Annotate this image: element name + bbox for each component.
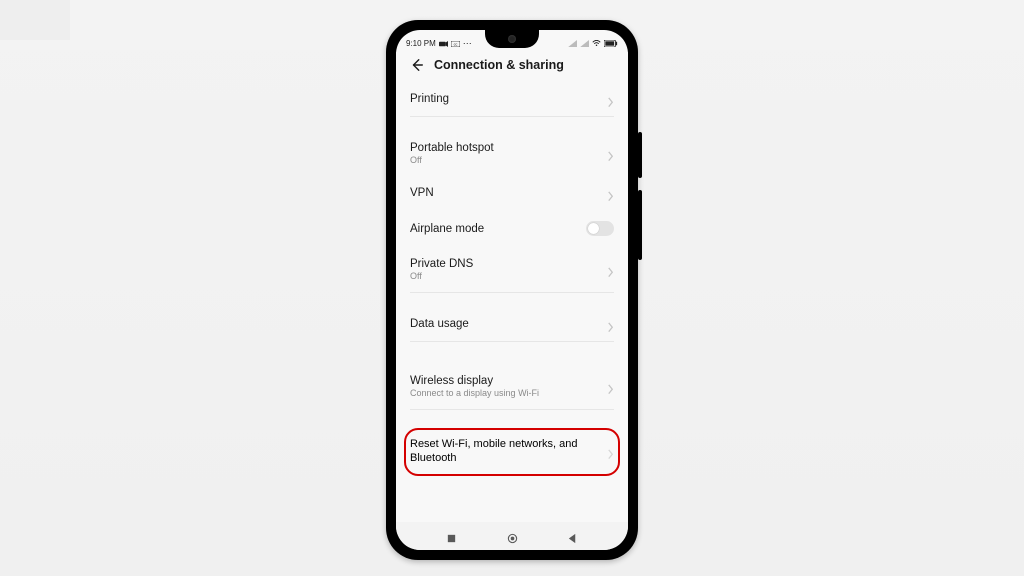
row-private-dns[interactable]: Private DNS Off bbox=[410, 247, 614, 292]
app-bar: Connection & sharing bbox=[396, 52, 628, 82]
row-portable-hotspot[interactable]: Portable hotspot Off bbox=[410, 131, 614, 176]
row-data-usage[interactable]: Data usage bbox=[410, 307, 614, 341]
chevron-right-icon bbox=[607, 382, 614, 392]
nav-home-icon[interactable] bbox=[507, 531, 518, 542]
chevron-right-icon bbox=[607, 188, 614, 198]
row-label: Portable hotspot bbox=[410, 142, 494, 154]
row-label: Reset Wi-Fi, mobile networks, and Blueto… bbox=[410, 438, 580, 466]
row-sublabel: Connect to a display using Wi-Fi bbox=[410, 388, 539, 398]
chevron-right-icon bbox=[607, 94, 614, 104]
row-wireless-display[interactable]: Wireless display Connect to a display us… bbox=[410, 364, 614, 409]
wifi-icon bbox=[592, 40, 601, 47]
airplane-mode-toggle[interactable] bbox=[586, 221, 614, 236]
row-label: VPN bbox=[410, 187, 434, 199]
signal-icon bbox=[580, 40, 589, 47]
row-airplane-mode[interactable]: Airplane mode bbox=[410, 210, 614, 247]
phone-frame: 9:10 PM cc bbox=[386, 20, 638, 560]
phone-screen: 9:10 PM cc bbox=[396, 30, 628, 550]
row-sublabel: Off bbox=[410, 271, 473, 281]
phone-side-button bbox=[638, 190, 642, 260]
chevron-right-icon bbox=[607, 447, 614, 457]
chevron-right-icon bbox=[607, 319, 614, 329]
row-label: Data usage bbox=[410, 318, 469, 330]
chevron-right-icon bbox=[607, 149, 614, 159]
page-title: Connection & sharing bbox=[434, 58, 564, 72]
back-icon[interactable] bbox=[410, 58, 424, 72]
row-label: Printing bbox=[410, 93, 449, 105]
svg-text:cc: cc bbox=[453, 42, 457, 46]
nav-recent-icon[interactable] bbox=[446, 531, 457, 542]
row-label: Wireless display bbox=[410, 375, 539, 387]
system-nav-bar bbox=[396, 522, 628, 550]
row-label: Private DNS bbox=[410, 258, 473, 270]
row-sublabel: Off bbox=[410, 155, 494, 165]
record-icon bbox=[439, 40, 448, 47]
background-block bbox=[0, 0, 70, 40]
phone-side-button bbox=[638, 132, 642, 178]
chevron-right-icon bbox=[607, 265, 614, 275]
cc-icon: cc bbox=[451, 40, 460, 47]
stage: 9:10 PM cc bbox=[0, 0, 1024, 576]
row-label: Airplane mode bbox=[410, 223, 484, 235]
nav-back-icon[interactable] bbox=[567, 531, 578, 542]
battery-icon bbox=[604, 40, 618, 47]
row-printing[interactable]: Printing bbox=[410, 82, 614, 116]
settings-list: Printing Portable hotspot Off VPN bbox=[396, 82, 628, 476]
signal-icon bbox=[568, 40, 577, 47]
phone-notch bbox=[485, 30, 539, 48]
status-time: 9:10 PM bbox=[406, 39, 436, 48]
row-reset-networks[interactable]: Reset Wi-Fi, mobile networks, and Blueto… bbox=[404, 428, 620, 476]
row-vpn[interactable]: VPN bbox=[410, 176, 614, 210]
more-icon bbox=[463, 38, 472, 49]
